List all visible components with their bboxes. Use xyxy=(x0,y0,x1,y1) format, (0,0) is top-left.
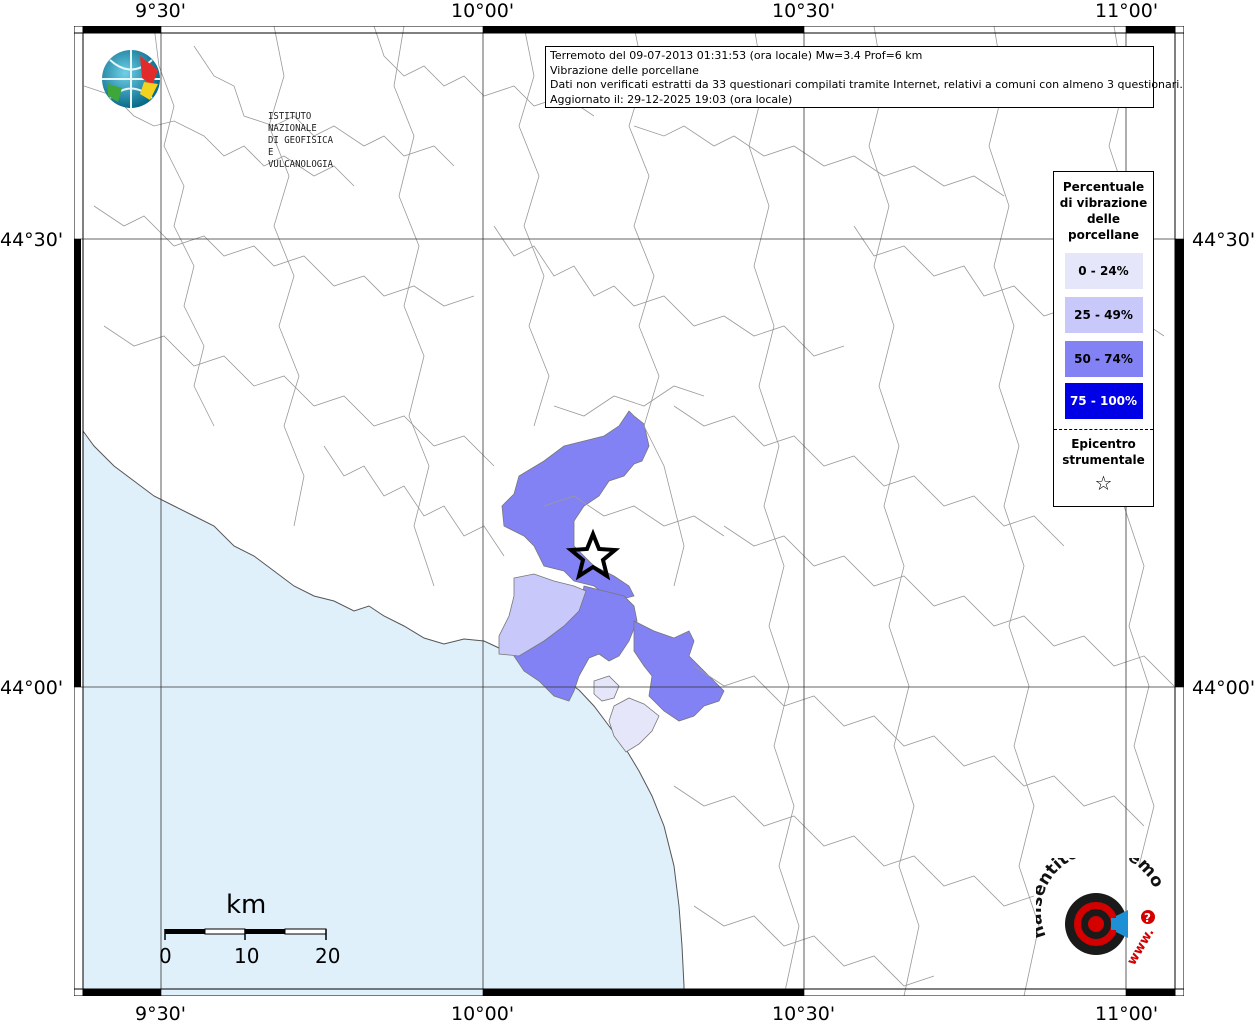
haisentito-logo: haisentitoilterremoto.it ? www. xyxy=(1026,838,1172,988)
legend-star-icon: ☆ xyxy=(1094,471,1113,495)
question-icon: ? xyxy=(1144,911,1151,925)
haisentito-emblem: haisentitoilterremoto.it ? www. xyxy=(1026,838,1168,968)
ingv-logo: ISTITUTO NAZIONALE DI GEOFISICA E VULCAN… xyxy=(100,48,333,170)
legend-divider xyxy=(1054,429,1153,430)
ingv-name-line2: DI GEOFISICA E VULCANOLOGIA xyxy=(268,135,334,170)
top-tick-label: 10°30' xyxy=(772,0,836,22)
legend-item-75-100: 75 - 100% xyxy=(1064,383,1143,419)
legend-item-0-24: 0 - 24% xyxy=(1064,253,1143,289)
event-info-line: Aggiornato il: 29-12-2025 19:03 (ora loc… xyxy=(550,92,793,106)
www-text: www. xyxy=(1124,926,1157,968)
map-frame xyxy=(74,26,1184,996)
ingv-name-line1: ISTITUTO NAZIONALE xyxy=(268,111,317,134)
left-tick-label: 44°30' xyxy=(0,229,64,251)
globe-icon xyxy=(102,50,160,108)
scale-label: 0 xyxy=(159,944,172,968)
legend-item-25-49: 25 - 49% xyxy=(1064,297,1143,333)
top-tick-label: 10°00' xyxy=(451,0,515,22)
bottom-tick-label: 10°00' xyxy=(451,1003,515,1025)
bottom-tick-label: 9°30' xyxy=(135,1003,186,1025)
legend-epicenter-label: Epicentro strumentale xyxy=(1062,437,1145,467)
bottom-tick-label: 10°30' xyxy=(772,1003,836,1025)
scale-label: 20 xyxy=(315,944,341,968)
event-info-line: Vibrazione delle porcellane xyxy=(550,63,699,77)
event-info-line: Dati non verificati estratti da 33 quest… xyxy=(550,78,1183,91)
scale-title: km xyxy=(226,890,267,920)
top-tick-label: 11°00' xyxy=(1095,0,1159,22)
right-tick-label: 44°00' xyxy=(1192,677,1256,699)
left-tick-label: 44°00' xyxy=(0,677,64,699)
legend-title: Percentuale di vibrazione delle porcella… xyxy=(1059,180,1148,242)
bottom-tick-label: 11°00' xyxy=(1095,1003,1159,1025)
event-info-box: Terremoto del 09-07-2013 01:31:53 (ora l… xyxy=(545,46,1183,108)
legend-item-50-74: 50 - 74% xyxy=(1064,341,1143,377)
scale-bar: km 0 10 20 xyxy=(150,888,350,978)
map-canvas xyxy=(74,26,1184,996)
scale-label: 10 xyxy=(234,944,260,968)
event-info-line: Terremoto del 09-07-2013 01:31:53 (ora l… xyxy=(550,49,923,62)
scale-graphic xyxy=(164,928,327,940)
top-tick-label: 9°30' xyxy=(135,0,186,22)
right-tick-label: 44°30' xyxy=(1192,229,1256,251)
ingv-name: ISTITUTO NAZIONALE DI GEOFISICA E VULCAN… xyxy=(268,111,333,171)
legend: Percentuale di vibrazione delle porcella… xyxy=(1053,171,1154,507)
